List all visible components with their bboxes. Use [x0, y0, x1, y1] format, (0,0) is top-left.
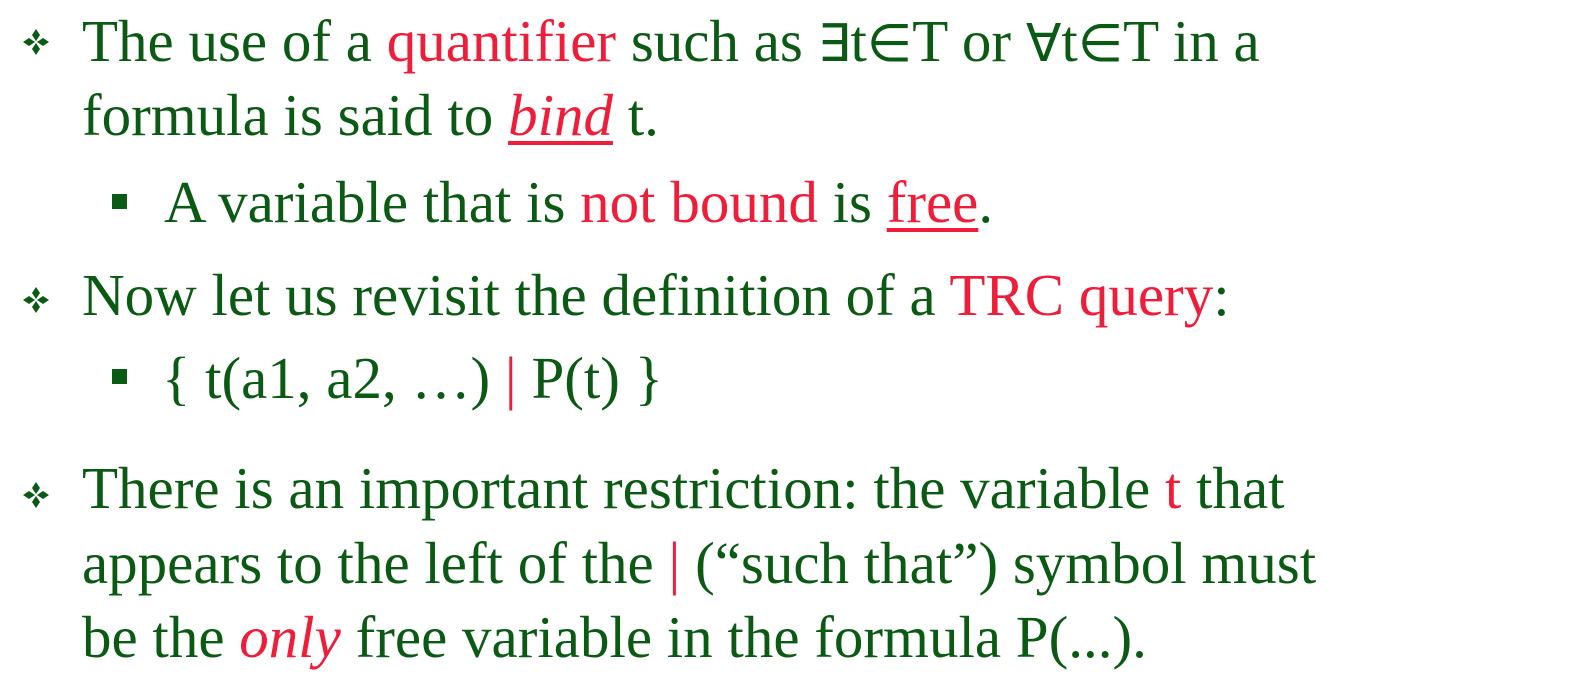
text: that: [1181, 455, 1285, 521]
bullet-2-sub-1: { t(a1, a2, …) | P(t) }: [162, 345, 663, 411]
square-bullet-icon: [112, 369, 127, 384]
text: A variable that is: [164, 169, 581, 235]
keyword-quantifier: quantifier: [386, 8, 617, 74]
bullet-1-sub-1: A variable that is not bound is free.: [164, 169, 993, 235]
bullet-2-line-1: Now let us revisit the definition of a T…: [82, 262, 1230, 328]
term-only: only: [239, 604, 341, 670]
such-that-bar: |: [668, 530, 681, 596]
text: in a: [1158, 8, 1260, 74]
diamond-star-bullet-icon: [23, 29, 49, 55]
term-free: free: [886, 169, 979, 235]
slide: The use of a quantifier such as ∃t∈T or …: [0, 0, 1588, 695]
bullet-1-line-2: formula is said to bind t.: [82, 82, 659, 148]
element-of-symbol: ∈: [1077, 14, 1124, 74]
text: The use of a: [82, 8, 387, 74]
text: be the: [82, 604, 240, 670]
text: t.: [612, 82, 659, 148]
bullet-3-line-1: There is an important restriction: the v…: [82, 455, 1285, 521]
diamond-star-bullet-icon: [23, 287, 49, 313]
set-T: T: [912, 8, 948, 74]
text: :: [1213, 262, 1230, 328]
text: Now let us revisit the definition of a: [82, 262, 950, 328]
variable-t: t: [1061, 8, 1078, 74]
keyword-not-bound: not bound: [580, 169, 818, 235]
text: is: [817, 169, 887, 235]
exists-symbol: ∃: [817, 14, 851, 74]
text: appears to the left of the: [82, 530, 669, 596]
text: (“such that”) symbol must: [680, 530, 1317, 596]
bullet-1-line-1: The use of a quantifier such as ∃t∈T or …: [82, 8, 1260, 77]
text: P(t) }: [516, 345, 664, 411]
text: formula is said to: [82, 82, 509, 148]
variable-t: t: [1164, 455, 1182, 521]
text: or: [947, 8, 1026, 74]
diamond-star-bullet-icon: [23, 482, 49, 508]
text: such as: [616, 8, 818, 74]
square-bullet-icon: [112, 194, 127, 209]
text: free variable in the formula P(...).: [340, 604, 1147, 670]
variable-t: t: [850, 8, 867, 74]
such-that-bar: |: [504, 345, 517, 411]
set-T: T: [1123, 8, 1159, 74]
text: .: [978, 169, 994, 235]
text: There is an important restriction: the v…: [82, 455, 1165, 521]
bullet-3-line-2: appears to the left of the | (“such that…: [82, 530, 1316, 596]
term-bind: bind: [508, 82, 613, 148]
forall-symbol: ∀: [1025, 14, 1062, 74]
text: { t(a1, a2, …): [162, 345, 505, 411]
element-of-symbol: ∈: [866, 14, 913, 74]
keyword-trc-query: TRC query: [949, 262, 1214, 328]
bullet-3-line-3: be the only free variable in the formula…: [82, 604, 1147, 670]
